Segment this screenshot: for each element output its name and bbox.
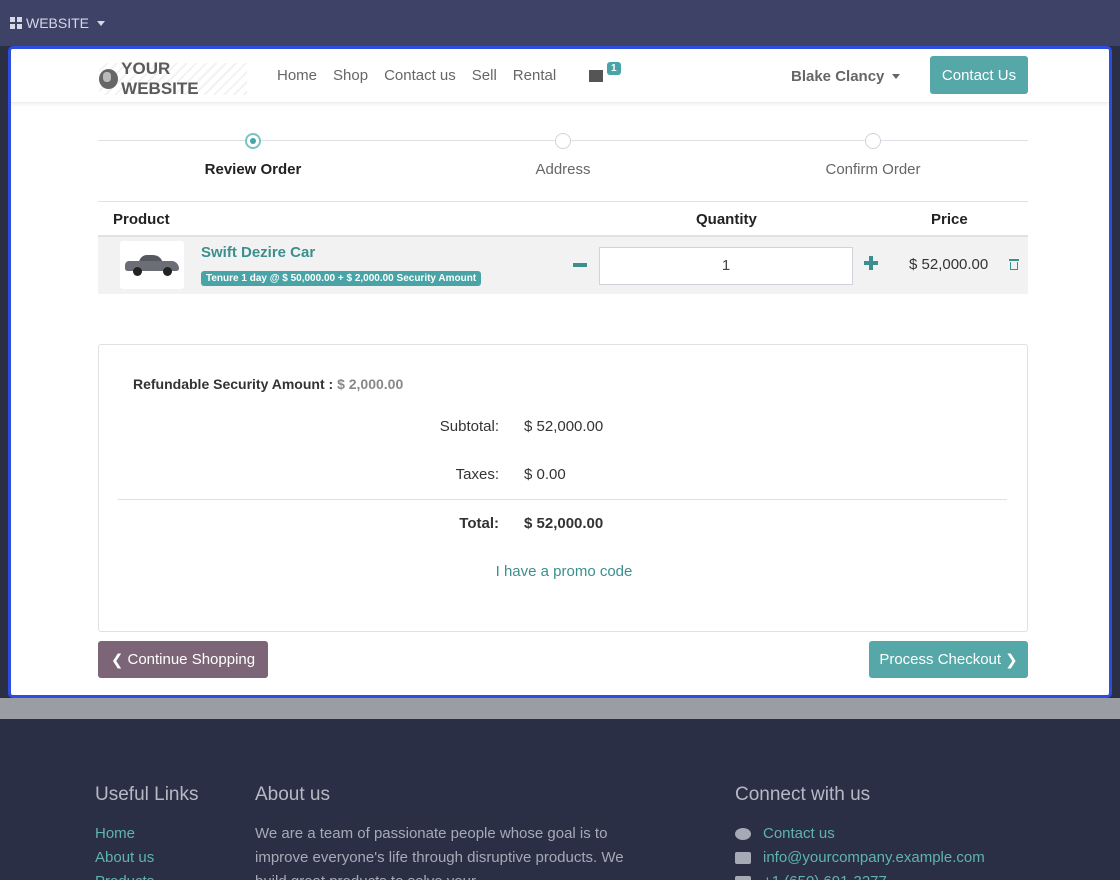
logo-text: YOUR WEBSITE [121, 59, 199, 98]
car-icon [125, 255, 179, 276]
step-address: Address [463, 133, 663, 178]
footer-link-about[interactable]: About us [95, 846, 199, 870]
process-checkout-label: Process Checkout [879, 651, 1002, 668]
total-value: $ 52,000.00 [524, 515, 604, 532]
footer-link-home[interactable]: Home [95, 822, 199, 846]
security-amount: Refundable Security Amount : $ 2,000.00 [133, 376, 403, 392]
website-menu-label: WEBSITE [26, 15, 90, 31]
nav-link-home[interactable]: Home [277, 67, 317, 84]
footer: Useful Links Home About us Products Abou… [0, 719, 1120, 880]
header-product: Product [113, 211, 170, 228]
step-label: Confirm Order [825, 161, 921, 178]
nav-link-rental[interactable]: Rental [513, 67, 556, 84]
site-logo[interactable]: YOUR WEBSITE [99, 59, 247, 98]
divider [118, 499, 1007, 500]
user-name: Blake Clancy [791, 68, 885, 85]
caret-down-icon [892, 74, 901, 79]
footer-about: About us We are a team of passionate peo… [255, 784, 625, 880]
quantity-input[interactable]: 1 [599, 247, 853, 285]
step-review-order: Review Order [153, 133, 353, 178]
step-dot [555, 133, 571, 149]
chevron-right-icon: ❯ [1005, 651, 1018, 669]
envelope-icon [735, 852, 751, 864]
user-menu[interactable]: Blake Clancy [791, 68, 901, 85]
contact-us-link[interactable]: Contact us [763, 822, 835, 846]
tenure-badge: Tenure 1 day @ $ 50,000.00 + $ 2,000.00 … [201, 271, 482, 286]
step-label: Address [535, 161, 591, 178]
step-dot [865, 133, 881, 149]
cart-count-badge: 1 [607, 62, 621, 75]
cart-table: Product Quantity Price Swift Dezire Car … [98, 201, 1028, 294]
nav-link-contact-us[interactable]: Contact us [384, 67, 456, 84]
footer-link-products[interactable]: Products [95, 870, 199, 880]
apps-grid-icon [10, 17, 22, 29]
footer-useful-links: Useful Links Home About us Products [95, 784, 199, 880]
phone-link[interactable]: +1 (650) 691-3277 [763, 870, 887, 880]
security-label: Refundable Security Amount : [133, 376, 334, 392]
page-frame: YOUR WEBSITE Home Shop Contact us Sell R… [8, 46, 1112, 698]
navbar: YOUR WEBSITE Home Shop Contact us Sell R… [11, 49, 1109, 103]
footer-email[interactable]: info@yourcompany.example.com [735, 846, 985, 870]
step-label: Review Order [204, 161, 302, 178]
nav-link-shop[interactable]: Shop [333, 67, 368, 84]
email-link[interactable]: info@yourcompany.example.com [763, 846, 985, 870]
taxes-label: Taxes: [455, 466, 499, 483]
caret-down-icon [97, 20, 106, 26]
nav-links: Home Shop Contact us Sell Rental [277, 67, 556, 84]
nav-link-sell[interactable]: Sell [472, 67, 497, 84]
footer-heading: About us [255, 784, 330, 805]
trash-icon[interactable] [1009, 259, 1019, 271]
comment-icon [735, 828, 751, 840]
decrease-quantity-icon[interactable] [573, 263, 587, 267]
subtotal-label: Subtotal: [439, 418, 499, 435]
process-checkout-button[interactable]: Process Checkout ❯ [869, 641, 1028, 678]
product-name-link[interactable]: Swift Dezire Car [201, 244, 315, 261]
shopping-cart-icon [589, 70, 603, 82]
footer-heading: Connect with us [735, 784, 871, 805]
taxes-value: $ 0.00 [524, 466, 566, 483]
chevron-left-icon: ❮ [110, 651, 124, 669]
security-value: $ 2,000.00 [337, 376, 404, 392]
contact-us-button[interactable]: Contact Us [930, 56, 1028, 94]
table-row: Swift Dezire Car Tenure 1 day @ $ 50,000… [98, 237, 1028, 294]
about-text: We are a team of passionate people whose… [255, 825, 624, 880]
subtotal-value: $ 52,000.00 [524, 418, 604, 435]
admin-bar: WEBSITE [0, 0, 1120, 46]
increase-quantity-icon[interactable] [864, 256, 878, 270]
website-menu[interactable]: WEBSITE [10, 15, 106, 31]
footer-phone[interactable]: +1 (650) 691-3277 [735, 870, 985, 880]
continue-shopping-button[interactable]: ❮ Continue Shopping [98, 641, 268, 678]
header-price: Price [931, 211, 968, 228]
footer-heading: Useful Links [95, 784, 199, 805]
step-confirm-order: Confirm Order [773, 133, 973, 178]
checkout-progress: Review Order Address Confirm Order [98, 133, 1028, 183]
cart-link[interactable]: 1 [589, 62, 621, 83]
phone-icon [735, 876, 751, 880]
footer-connect: Connect with us Contact us info@yourcomp… [735, 784, 985, 880]
total-label: Total: [459, 515, 499, 532]
line-price: $ 52,000.00 [909, 256, 989, 273]
order-summary: Refundable Security Amount : $ 2,000.00 … [98, 344, 1028, 632]
header-quantity: Quantity [696, 211, 757, 228]
step-dot-active [245, 133, 261, 149]
promo-code-link[interactable]: I have a promo code [99, 563, 1029, 580]
page-gap [0, 698, 1120, 719]
globe-icon [99, 69, 119, 89]
footer-contact-us[interactable]: Contact us [735, 822, 985, 846]
table-header: Product Quantity Price [98, 201, 1028, 237]
continue-shopping-label: Continue Shopping [127, 651, 256, 668]
product-image[interactable] [120, 241, 184, 289]
